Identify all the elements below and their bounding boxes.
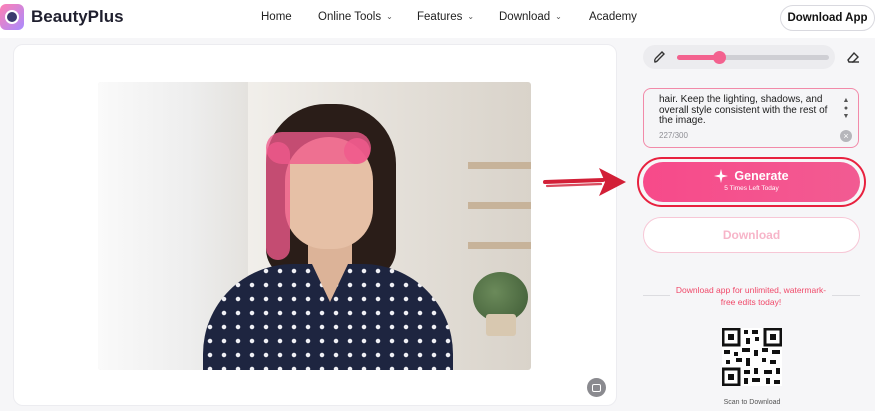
edited-photo[interactable]: [98, 82, 531, 370]
clear-icon[interactable]: ×: [840, 130, 852, 142]
arrow-annotation-icon: [543, 168, 626, 196]
chevron-down-icon: ⌄: [555, 12, 562, 21]
chevron-down-icon: ⌄: [467, 12, 475, 21]
photo-pot: [486, 314, 516, 336]
photo-shelf: [468, 162, 531, 169]
promo-text: Download app for unlimited, watermark-fr…: [675, 285, 827, 307]
prompt-text[interactable]: hair. Keep the lighting, shadows, and ov…: [659, 94, 831, 127]
top-navigation: BeautyPlus Home Online Tools ⌄ Features ⌄ …: [0, 0, 875, 38]
scrollbar-icon[interactable]: ▲ ● ▼: [842, 97, 850, 121]
sparkle-icon: [714, 169, 729, 183]
nav-item-academy[interactable]: Academy: [589, 11, 637, 23]
brand-name: BeautyPlus: [31, 7, 124, 26]
nav-item-home[interactable]: Home: [261, 11, 292, 23]
generate-label: Generate: [734, 169, 789, 183]
download-app-button[interactable]: Download App: [780, 5, 875, 31]
download-button[interactable]: Download: [643, 217, 860, 253]
qr-caption: Scan to Download: [723, 399, 781, 406]
prompt-textarea[interactable]: hair. Keep the lighting, shadows, and ov…: [643, 88, 859, 148]
nav-item-online-tools[interactable]: Online Tools ⌄: [318, 11, 393, 23]
qr-code: [722, 328, 782, 386]
compare-icon[interactable]: [587, 378, 606, 397]
nav-item-download[interactable]: Download ⌄: [499, 11, 562, 23]
brush-mask-stroke: [266, 142, 290, 260]
logo-icon: [0, 4, 24, 30]
photo-shelf: [468, 242, 531, 249]
page: BeautyPlus Home Online Tools ⌄ Features ⌄ …: [0, 0, 875, 411]
brand-logo[interactable]: BeautyPlus: [0, 4, 124, 30]
nav-item-features[interactable]: Features ⌄: [417, 11, 474, 23]
photo-neckline: [312, 264, 348, 302]
brush-mask-stroke: [344, 138, 370, 164]
chevron-down-icon: ⌄: [386, 12, 393, 21]
brush-icon[interactable]: [651, 49, 667, 65]
generate-remaining: 5 Times Left Today: [724, 185, 779, 192]
eraser-icon[interactable]: [845, 49, 861, 65]
divider: [832, 295, 860, 296]
photo-shelf: [468, 202, 531, 209]
generate-button[interactable]: Generate 5 Times Left Today: [643, 162, 860, 202]
divider: [643, 295, 670, 296]
brush-size-handle[interactable]: [713, 51, 727, 64]
prompt-char-count: 227/300: [659, 131, 688, 140]
